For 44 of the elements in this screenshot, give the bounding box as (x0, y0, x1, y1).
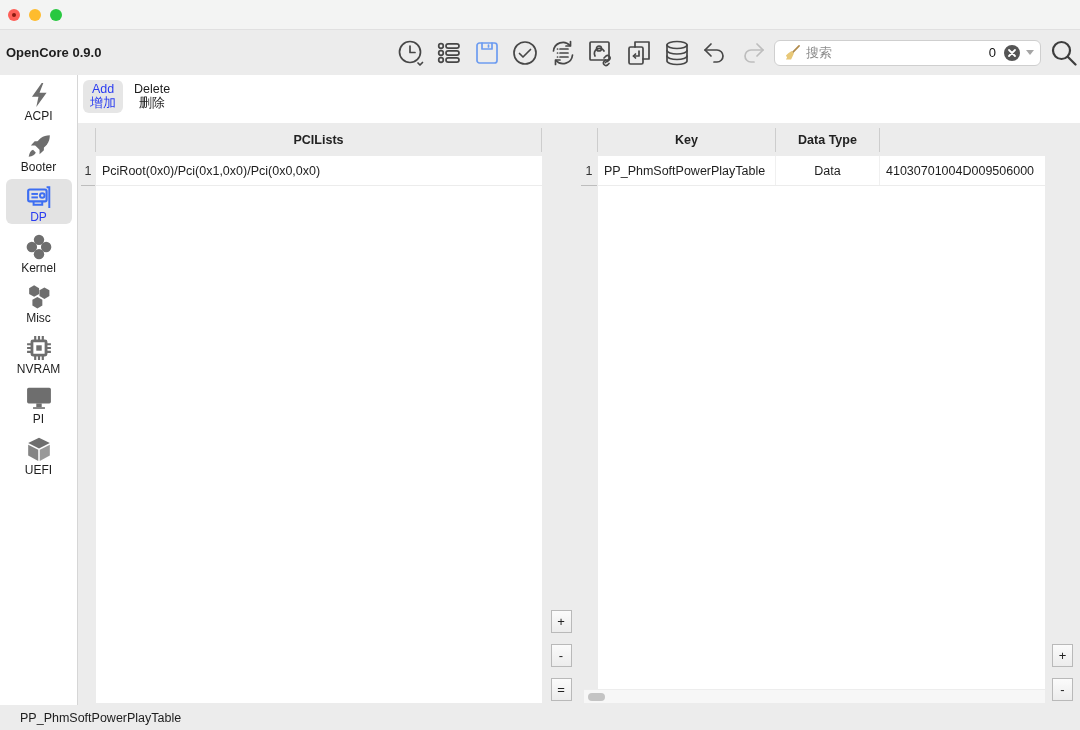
search-count: 0 (988, 45, 996, 60)
status-text: PP_PhmSoftPowerPlayTable (20, 710, 182, 725)
database-icon[interactable] (663, 38, 691, 67)
app-title: OpenCore 0.9.0 (6, 45, 102, 60)
row-number: 1 (581, 156, 597, 186)
column-header[interactable]: Data Type (776, 128, 880, 152)
table-cell: Data (776, 156, 880, 185)
broom-icon (785, 45, 800, 60)
search-icon[interactable] (1051, 39, 1077, 66)
sidebar-item[interactable]: DP (5, 179, 72, 224)
row-action-button[interactable]: + (1052, 644, 1073, 667)
sidebar-item[interactable]: ACPI (5, 78, 72, 123)
table-cell-text: PciRoot(0x0)/Pci(0x1,0x0)/Pci(0x0,0x0) (101, 162, 322, 180)
horizontal-scrollbar[interactable] (584, 689, 1045, 703)
monitor-icon (25, 385, 52, 411)
check-circle-icon[interactable] (511, 38, 539, 67)
cube-icon (25, 435, 52, 462)
sidebar-item[interactable]: Kernel (5, 229, 72, 275)
table-cell: PP_PhmSoftPowerPlayTable (598, 156, 776, 185)
row-action-button[interactable]: + (550, 610, 572, 633)
copy-arrow-icon[interactable] (625, 38, 653, 67)
clover-icon (25, 233, 52, 260)
sidebar-item[interactable]: PI (5, 381, 72, 426)
sidebar-item[interactable]: UEFI (5, 431, 72, 477)
tab[interactable]: Add 增加 (83, 80, 123, 113)
search-field[interactable]: 搜索 (806, 45, 983, 60)
column-header[interactable]: PCILists (96, 128, 542, 152)
scrollbar-thumb[interactable] (588, 692, 605, 701)
column-header[interactable]: Key (598, 128, 776, 152)
sidebar-item[interactable]: Booter (5, 128, 72, 174)
row-number: 1 (81, 156, 95, 186)
sidebar-item[interactable]: NVRAM (5, 330, 72, 376)
graphics-card-icon (25, 183, 52, 209)
clear-icon[interactable] (1004, 44, 1020, 61)
clock-icon[interactable] (397, 38, 425, 67)
row-action-button[interactable]: - (550, 644, 572, 667)
row-action-button[interactable]: - (1052, 678, 1073, 701)
search-box[interactable]: 搜索 0 (774, 39, 1041, 66)
table-cell-text: 41030701004D009506000 (885, 162, 1036, 180)
close-button[interactable] (8, 8, 20, 21)
tab[interactable]: Delete 删除 (127, 80, 178, 113)
sidebar-item[interactable]: Misc (5, 280, 72, 325)
row-action-button[interactable]: = (550, 678, 572, 701)
chip-icon (25, 334, 52, 361)
